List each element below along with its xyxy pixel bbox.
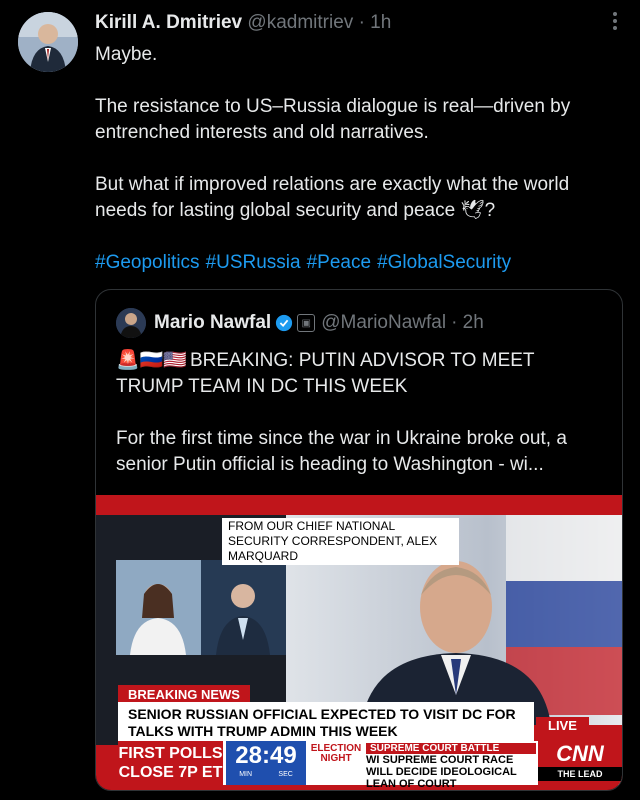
ticker: SUPREME COURT BATTLE WI SUPREME COURT RA… [366,743,536,790]
tweet-paragraph: Maybe. [95,44,158,65]
tweet-paragraph: The resistance to US–Russia dialogue is … [95,96,571,143]
hashtag-link[interactable]: #Geopolitics [95,252,200,273]
network-name: CNN [556,741,604,766]
quoted-author-handle[interactable]: @MarioNawfal [321,312,446,334]
verified-badge-icon [276,314,293,332]
author-handle[interactable]: @kadmitriev [247,12,353,33]
tweet-header: Kirill A. Dmitriev @kadmitriev · 1h [95,12,391,34]
clock-sec-label: SEC [278,771,293,778]
quoted-tweet-card[interactable]: Mario Nawfal ▣ @MarioNawfal · 2h 🚨🇷🇺🇺🇸 BR… [95,289,623,791]
official-portrait [361,561,551,725]
network-logo: CNN THE LEAD [538,741,622,785]
lower-third-bar: FIRST POLLS CLOSE 7P ET 28:49 MIN SEC ELE… [118,741,622,790]
quoted-tweet-header: Mario Nawfal ▣ @MarioNawfal · 2h [116,308,484,338]
hashtag-link[interactable]: #USRussia [206,252,301,273]
ticker-text: WI SUPREME COURT RACE WILL DECIDE IDEOLO… [366,754,517,790]
tweet-time[interactable]: · 1h [359,12,392,33]
hashtag-link[interactable]: #GlobalSecurity [377,252,511,273]
news-video-thumbnail[interactable]: FROM OUR CHIEF NATIONAL SECURITY CORRESP… [96,495,622,790]
hashtag-list: #Geopolitics #USRussia #Peace #GlobalSecuri… [95,250,625,276]
countdown-clock: 28:49 MIN SEC [226,741,306,785]
quoted-tweet-time[interactable]: · 2h [451,312,484,334]
quoted-tweet-text: 🚨🇷🇺🇺🇸 BREAKING: PUTIN ADVISOR TO MEET TRU… [116,348,606,504]
quoted-author-name[interactable]: Mario Nawfal [154,312,271,334]
tweet-body: Maybe. The resistance to US–Russia dialo… [95,42,625,276]
author-avatar[interactable] [18,12,78,72]
election-night-label: ELECTION NIGHT [310,743,362,764]
countdown-time: 28:49 [235,742,297,769]
more-options-icon[interactable] [612,12,618,33]
ticker-header: SUPREME COURT BATTLE [366,743,536,754]
affiliate-badge-icon: ▣ [297,314,316,332]
quoted-author-avatar[interactable] [116,308,146,338]
chyron-headline: SENIOR RUSSIAN OFFICIAL EXPECTED TO VISI… [118,702,534,744]
clock-min-label: MIN [239,771,253,778]
author-name[interactable]: Kirill A. Dmitriev [95,12,242,33]
chyron-top-label: FROM OUR CHIEF NATIONAL SECURITY CORRESP… [222,518,459,565]
tweet-paragraph: But what if improved relations are exact… [95,174,570,221]
hashtag-link[interactable]: #Peace [307,252,371,273]
live-badge: LIVE [536,717,589,734]
show-name: THE LEAD [538,767,622,781]
polls-close-label: FIRST POLLS CLOSE 7P ET [118,741,223,785]
quoted-body: For the first time since the war in Ukra… [116,428,567,475]
flag-emojis: 🚨🇷🇺🇺🇸 [116,350,187,371]
split-screen-anchors [116,560,286,655]
